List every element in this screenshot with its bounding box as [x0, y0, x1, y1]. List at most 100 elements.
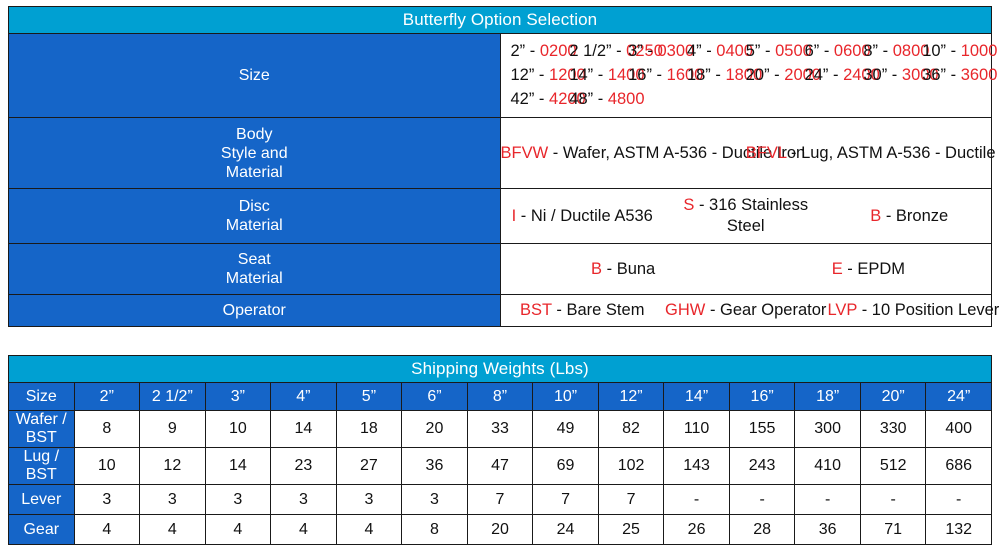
weights-cell: 9 [139, 410, 206, 448]
weights-corner-label: Size [8, 382, 75, 411]
weights-cell: 4 [73, 514, 141, 545]
weights-cell: 102 [597, 447, 665, 485]
option-row-size: Size 2” - 0200 2 1/2” - 0250 3” - 0300 4” -… [8, 33, 998, 118]
label-line: Disc [238, 198, 270, 215]
weights-cell: - [663, 484, 730, 515]
option-item: E - EPDM [746, 259, 991, 280]
option-desc: - Bronze [881, 206, 949, 225]
size-label: 30” - [863, 66, 902, 84]
weights-cell: 20 [466, 514, 534, 545]
weights-cell: 155 [728, 410, 796, 448]
size-code-item: 20” - 2000 [746, 63, 821, 87]
weights-cell: 27 [335, 447, 403, 485]
weights-row-label: Lug / BST [8, 447, 75, 485]
weights-cell: 300 [794, 410, 861, 448]
weights-cell: 400 [925, 410, 992, 448]
weights-cell: 512 [859, 447, 927, 485]
weights-row-label: Gear [8, 514, 75, 545]
option-desc: - EPDM [842, 259, 906, 278]
weights-cell: 4 [139, 514, 206, 545]
weights-row-label: Lever [8, 484, 75, 515]
weights-cell: 410 [794, 447, 861, 485]
weights-cell: 4 [204, 514, 272, 545]
size-code-item: 12” - 1200 [510, 63, 586, 87]
size-label: 12” - [510, 66, 550, 84]
option-row-value-body-style: BFVW - Wafer, ASTM A-536 - Ductile Iron … [499, 117, 1000, 189]
weights-cell: 23 [270, 447, 337, 485]
option-item: S - 316 Stainless Steel [664, 195, 827, 237]
weights-cell: 8 [73, 410, 141, 448]
weights-cell: 36 [794, 514, 861, 545]
option-desc: - 10 Position Lever [857, 301, 1000, 319]
size-label: 24” - [804, 66, 844, 84]
weights-header-row: Size 2” 2 1/2” 3” 4” 5” 6” 8” 10” 12” 14” 16” 18” 20”… [8, 382, 992, 411]
size-label: 2 1/2” - [569, 42, 627, 60]
weights-cell: 4 [335, 514, 403, 545]
weights-cell: 686 [925, 447, 992, 485]
option-code: BFVW [500, 143, 549, 162]
option-code: B [870, 206, 882, 225]
option-list-seat-material: B - Buna E - EPDM [501, 244, 992, 294]
option-code: BFVL [745, 143, 787, 162]
option-item: BST - Bare Stem [501, 300, 664, 321]
size-code-item: 18” - 1800 [687, 63, 762, 87]
weights-column-header: 10” [532, 382, 599, 411]
option-row-body-style: Body Style and Material BFVW - Wafer, AS… [8, 117, 1000, 189]
shipping-weights-table: Shipping Weights (Lbs) Size 2” 2 1/2” 3” 4” 5”… [8, 355, 992, 545]
weights-cell: 243 [728, 447, 796, 485]
weights-cell: 3 [139, 484, 206, 515]
weights-cell: 4 [270, 514, 337, 545]
size-label: 42” - [510, 90, 550, 108]
size-code-item: 5” - 0500 [746, 39, 812, 63]
weights-column-header: 8” [466, 382, 534, 411]
butterfly-option-selection-table: Butterfly Option Selection Size 2” - 020… [8, 6, 1000, 327]
weights-cell: 3 [335, 484, 403, 515]
option-row-value-size: 2” - 0200 2 1/2” - 0250 3” - 0300 4” - 0400… [499, 33, 998, 118]
weights-column-header: 12” [597, 382, 665, 411]
weights-cell: 49 [532, 410, 599, 448]
table-separator [8, 327, 992, 355]
size-label: 2” - [510, 42, 540, 60]
size-label: 16” - [628, 66, 667, 84]
option-item: B - Buna [501, 259, 746, 280]
size-code: 1000 [960, 42, 998, 60]
size-code-grid: 2” - 0200 2 1/2” - 0250 3” - 0300 4” - 0400… [501, 34, 998, 117]
size-code-item: 36” - 3600 [922, 63, 997, 87]
option-row-label-operator: Operator [8, 294, 501, 327]
table-row: Lug / BST 10 12 14 23 27 36 47 69 102 143 243 410 512… [8, 447, 992, 485]
option-row-seat-material: Seat Material B - Buna E - EPDM [8, 243, 992, 295]
weights-cell: 7 [532, 484, 599, 515]
size-code-item: 42” - 4200 [510, 87, 586, 111]
weights-cell: 3 [204, 484, 272, 515]
weights-cell: 28 [728, 514, 796, 545]
weights-cell: - [859, 484, 927, 515]
weights-cell: 14 [204, 447, 272, 485]
size-code-item: 3” - 0300 [628, 39, 694, 63]
weights-cell: - [728, 484, 796, 515]
size-label: 10” - [922, 42, 961, 60]
option-desc: - Gear Operator [705, 301, 827, 319]
option-item: B - Bronze [827, 206, 990, 227]
size-label: 36” - [922, 66, 961, 84]
weights-cell: 14 [270, 410, 337, 448]
weights-cell: 18 [335, 410, 403, 448]
weights-column-header: 2 1/2” [139, 382, 206, 411]
table-row: Lever 3 3 3 3 3 3 7 7 7- - - - - [8, 484, 992, 515]
size-code-item: 24” - 2400 [804, 63, 880, 87]
weights-cell: 3 [401, 484, 468, 515]
size-label: 4” - [686, 42, 717, 60]
weights-cell: 33 [466, 410, 534, 448]
weights-column-header: 14” [663, 382, 730, 411]
weights-cell: 69 [532, 447, 599, 485]
option-desc: - Lug, ASTM A-536 - Ductile Iron [790, 143, 1000, 162]
option-code: LVP [827, 301, 858, 319]
weights-cell: 47 [466, 447, 534, 485]
weights-cell: - [794, 484, 861, 515]
weights-column-header: 3” [204, 382, 272, 411]
option-item: LVP - 10 Position Lever [827, 300, 999, 321]
size-label: 3” - [628, 42, 658, 60]
weights-cell: 3 [270, 484, 337, 515]
weights-cell: 7 [466, 484, 534, 515]
size-code-item: 48” - 4800 [569, 87, 644, 111]
option-list-body-style: BFVW - Wafer, ASTM A-536 - Ductile Iron … [500, 118, 1000, 188]
